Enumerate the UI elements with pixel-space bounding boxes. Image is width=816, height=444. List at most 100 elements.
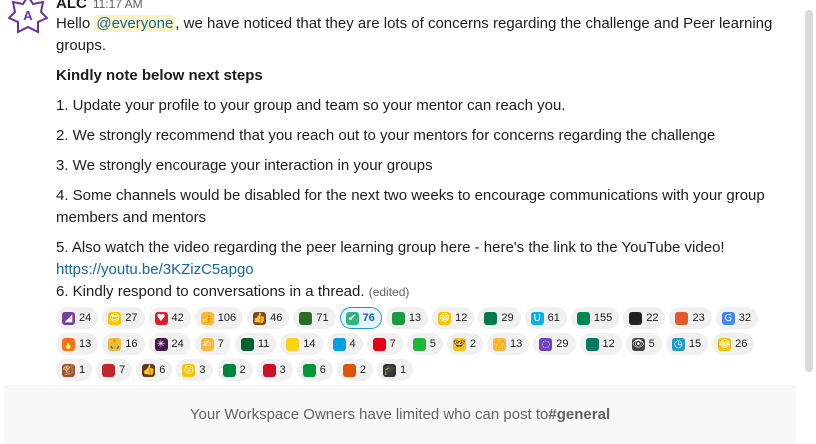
greeting-line: Hello @everyone, we have noticed that th… bbox=[56, 13, 776, 57]
step-1: 1. Update your profile to your group and… bbox=[56, 97, 566, 114]
reaction-count: 76 bbox=[362, 312, 375, 324]
reaction-count: 15 bbox=[688, 338, 702, 350]
step-5-text: 5. Also watch the video regarding the pe… bbox=[56, 239, 725, 256]
reaction-flag-senegal[interactable]: 2 bbox=[216, 359, 253, 381]
reaction-flag-mozambique[interactable]: 6 bbox=[296, 359, 333, 381]
reaction-count: 5 bbox=[648, 338, 655, 350]
reaction-count: 29 bbox=[556, 338, 569, 350]
reaction-thumbs-up-dark[interactable]: 👍 46 bbox=[247, 307, 290, 329]
reaction-flag-niger[interactable]: 2 bbox=[336, 359, 373, 381]
flag-mozambique-icon bbox=[302, 363, 316, 377]
eye-icon: 👁 bbox=[631, 337, 645, 351]
reaction-monkey[interactable]: 🐒 1 bbox=[56, 359, 93, 381]
message: A ALC 11:17 AM Hello @everyone, we have … bbox=[0, 0, 800, 384]
reaction-count: 6 bbox=[319, 364, 326, 376]
reaction-thumbs-up[interactable]: 👍 106 bbox=[194, 307, 244, 329]
reaction-count: 6 bbox=[159, 364, 166, 376]
reaction-astonished-face[interactable]: 😮 3 bbox=[176, 359, 213, 381]
flag-morocco-icon bbox=[102, 363, 116, 377]
reaction-flag-ethiopia[interactable]: 13 bbox=[385, 307, 429, 329]
reaction-count: 1 bbox=[79, 364, 86, 376]
reaction-blue-clock[interactable]: ◷ 15 bbox=[665, 333, 709, 355]
step-6-text: 6. Kindly respond to conversations in a … bbox=[56, 283, 365, 300]
sunglasses-face-icon: 😎 bbox=[108, 311, 122, 325]
reaction-thumbs-up-brown[interactable]: 👍 6 bbox=[136, 359, 173, 381]
reaction-flag-tanzania[interactable]: 5 bbox=[406, 333, 443, 355]
flag-egypt-icon bbox=[262, 363, 276, 377]
reaction-flag-rwanda[interactable]: 4 bbox=[326, 333, 363, 355]
reaction-count: 13 bbox=[510, 338, 523, 350]
message-content: ALC 11:17 AM Hello @everyone, we have no… bbox=[56, 0, 776, 384]
step-2: 2. We strongly recommend that you reach … bbox=[56, 127, 716, 144]
reaction-flag-nigeria[interactable]: 155 bbox=[570, 307, 620, 329]
reaction-udacity[interactable]: U 61 bbox=[524, 307, 567, 329]
reaction-flag-morocco[interactable]: 7 bbox=[96, 359, 133, 381]
check-mark-icon: ✔ bbox=[345, 311, 359, 325]
youtube-link[interactable]: https://youtu.be/3KZizC5apgo bbox=[56, 261, 254, 278]
flag-cameroon-icon bbox=[585, 337, 599, 351]
reaction-count: 12 bbox=[602, 338, 615, 350]
reaction-flag-ghana[interactable]: 14 bbox=[280, 333, 323, 355]
reaction-nerd-face[interactable]: 🤓 2 bbox=[446, 333, 484, 355]
flag-nigeria-icon bbox=[576, 311, 590, 325]
reaction-cartoon[interactable]: 23 bbox=[669, 307, 712, 329]
steps-heading: Kindly note below next steps bbox=[56, 67, 263, 84]
reaction-count: 22 bbox=[646, 312, 659, 324]
reaction-laughing-face[interactable]: 😂 26 bbox=[712, 333, 755, 355]
reaction-fire[interactable]: 🔥 13 bbox=[56, 333, 99, 355]
reaction-red-heart[interactable]: ♥ 42 bbox=[148, 307, 191, 329]
reaction-flag-cameroon[interactable]: 12 bbox=[579, 333, 622, 355]
writing-hand-icon: ✍ bbox=[200, 337, 214, 351]
reaction-graduation-cap[interactable]: 🎓 1 bbox=[377, 359, 414, 381]
reaction-count: 24 bbox=[79, 312, 92, 324]
reaction-check-mark[interactable]: ✔ 76 bbox=[339, 307, 382, 329]
reaction-count: 42 bbox=[171, 312, 184, 324]
reaction-flag-egypt[interactable]: 3 bbox=[256, 359, 293, 381]
reaction-count: 27 bbox=[125, 312, 138, 324]
reaction-count: 3 bbox=[279, 364, 286, 376]
reaction-flag-kenya[interactable]: 71 bbox=[293, 307, 336, 329]
flag-ethiopia-icon bbox=[391, 311, 405, 325]
reaction-count: 3 bbox=[199, 364, 206, 376]
reaction-flag-south-africa[interactable]: 29 bbox=[478, 307, 521, 329]
flag-uganda-icon bbox=[629, 311, 643, 325]
grinning-face-icon: 😁 bbox=[438, 311, 452, 325]
reaction-count: 26 bbox=[735, 338, 748, 350]
flag-ghana-icon bbox=[286, 337, 300, 351]
message-timestamp[interactable]: 11:17 AM bbox=[93, 0, 143, 11]
reaction-eye[interactable]: 👁 5 bbox=[625, 333, 662, 355]
author-name[interactable]: ALC bbox=[56, 0, 87, 12]
reaction-folded-hands[interactable]: 🙏 16 bbox=[102, 333, 145, 355]
reaction-count: 61 bbox=[547, 312, 560, 324]
thumbs-up-dark-icon: 👍 bbox=[253, 311, 267, 325]
alc-avatar[interactable]: A bbox=[8, 0, 48, 34]
reaction-sunglasses-face[interactable]: 😎 27 bbox=[102, 307, 145, 329]
flag-kenya-icon bbox=[299, 311, 313, 325]
thumbs-up-icon: 👍 bbox=[200, 311, 214, 325]
reaction-party[interactable]: ◢ 24 bbox=[56, 307, 99, 329]
party-icon: ◢ bbox=[62, 311, 75, 325]
reaction-person-raising-hands[interactable]: 🙌 13 bbox=[487, 333, 530, 355]
reaction-flag-tunisia[interactable]: 7 bbox=[366, 333, 403, 355]
reaction-google[interactable]: G 32 bbox=[715, 307, 758, 329]
reaction-count: 16 bbox=[125, 338, 138, 350]
flag-tanzania-icon bbox=[412, 337, 426, 351]
everyone-mention[interactable]: @everyone bbox=[94, 15, 176, 32]
reaction-count: 29 bbox=[501, 312, 514, 324]
scrollbar[interactable] bbox=[805, 10, 813, 372]
reaction-count: 2 bbox=[239, 364, 246, 376]
reaction-count: 2 bbox=[359, 364, 366, 376]
reaction-grinning-face[interactable]: 😁 12 bbox=[432, 307, 475, 329]
reaction-flag-algeria[interactable]: 11 bbox=[234, 333, 277, 355]
reaction-flag-uganda[interactable]: 22 bbox=[623, 307, 666, 329]
flag-senegal-icon bbox=[222, 363, 236, 377]
udacity-icon: U bbox=[530, 311, 544, 325]
laughing-face-icon: 😂 bbox=[718, 337, 732, 351]
loading-circle-icon: ◌ bbox=[539, 337, 553, 351]
reaction-writing-hand[interactable]: ✍ 7 bbox=[194, 333, 231, 355]
slack-icon: ✳ bbox=[154, 337, 168, 351]
reaction-count: 14 bbox=[303, 338, 316, 350]
reaction-loading-circle[interactable]: ◌ 29 bbox=[533, 333, 576, 355]
reaction-count: 23 bbox=[692, 312, 705, 324]
reaction-slack[interactable]: ✳ 24 bbox=[148, 333, 191, 355]
